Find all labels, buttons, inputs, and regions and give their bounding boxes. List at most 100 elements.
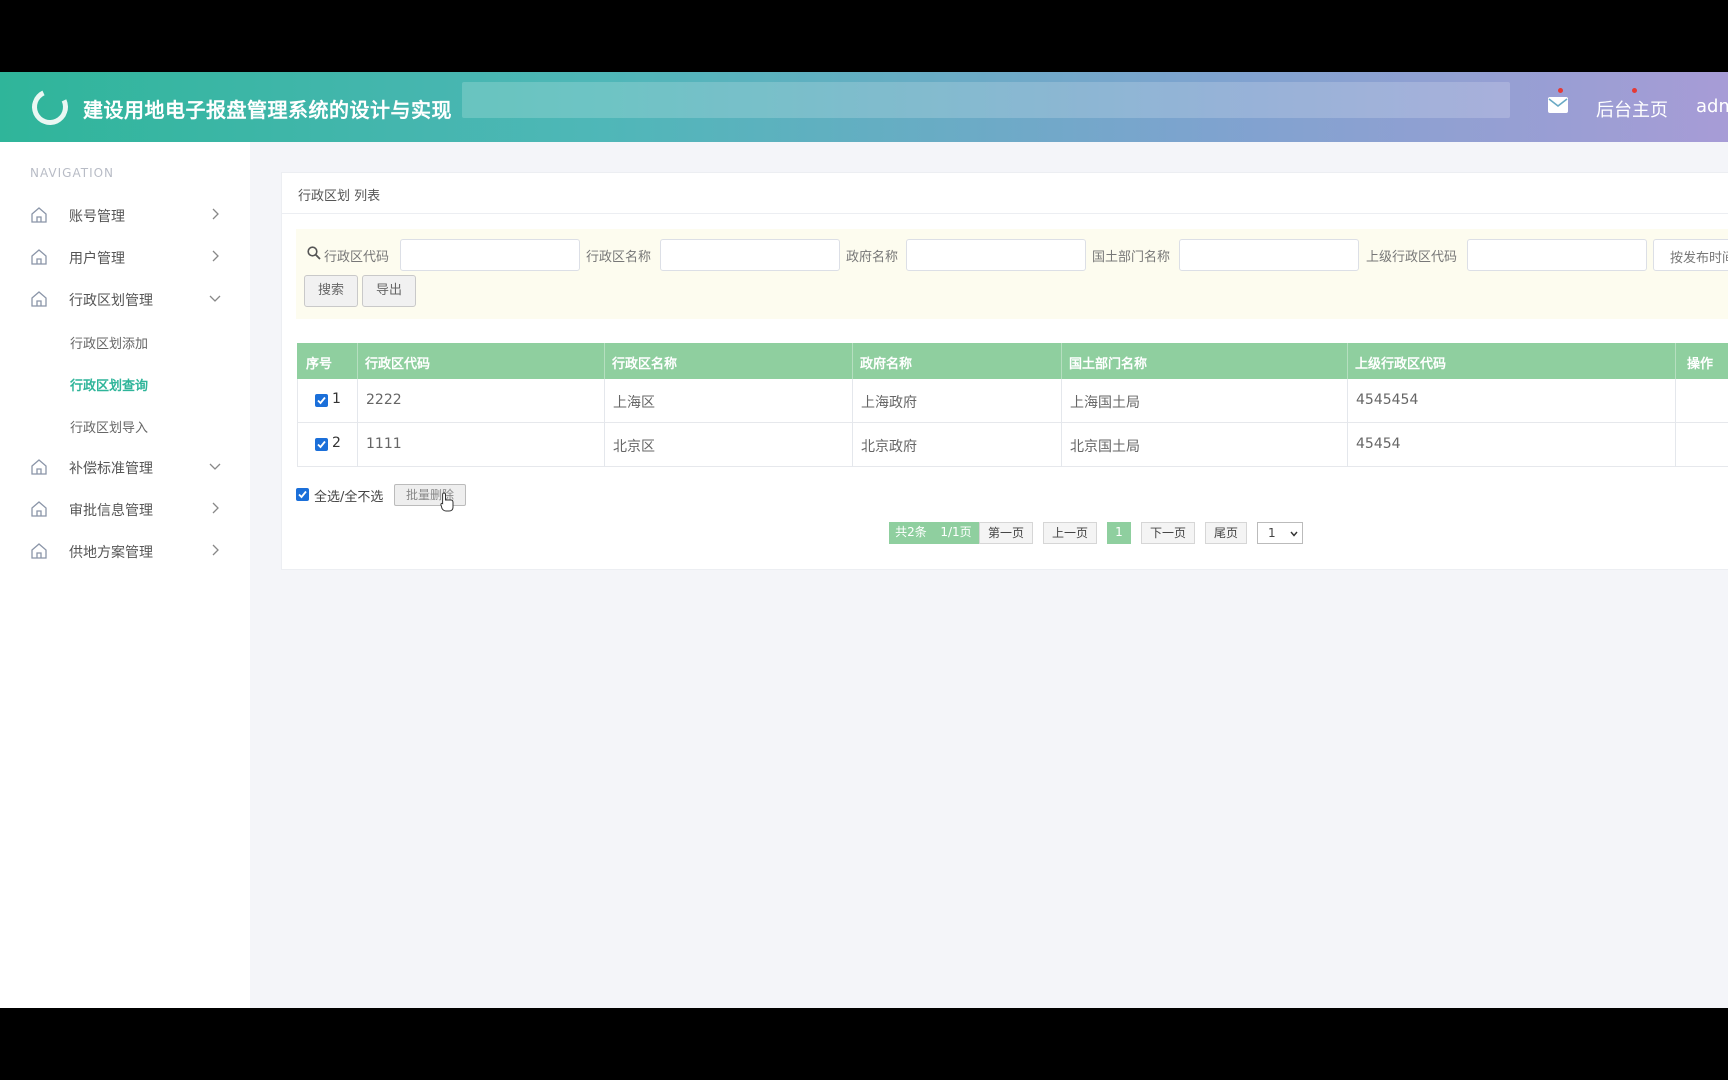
col-divider: [1675, 423, 1676, 467]
row-index: 1: [332, 391, 341, 407]
app-title: 建设用地电子报盘管理系统的设计与实现: [83, 98, 452, 122]
sidebar-item-approval[interactable]: 审批信息管理: [0, 488, 250, 530]
cell-parent: 45454: [1356, 436, 1401, 452]
chevron-down-icon: [1290, 531, 1298, 537]
pager-current-page[interactable]: 1: [1107, 522, 1131, 544]
export-button[interactable]: 导出: [362, 275, 416, 307]
chevron-right-icon: [212, 502, 219, 514]
pager-prev-button[interactable]: 上一页: [1043, 522, 1097, 544]
mail-icon[interactable]: [1548, 97, 1568, 113]
table-row: 2 1111 北京区 北京政府 北京国土局 45454: [297, 423, 1728, 467]
home-icon: [31, 543, 47, 559]
sidebar-item-compensation[interactable]: 补偿标准管理: [0, 446, 250, 488]
pager-next-button[interactable]: 下一页: [1141, 522, 1195, 544]
gov-name-input[interactable]: [906, 239, 1086, 271]
district-code-input[interactable]: [400, 239, 580, 271]
dept-name-input[interactable]: [1179, 239, 1359, 271]
sort-by-date-button[interactable]: 按发布时间: [1653, 239, 1728, 271]
select-all-label[interactable]: 全选/全不选: [314, 486, 383, 505]
pager-select-value: 1: [1268, 526, 1276, 540]
cell-name: 北京区: [613, 439, 655, 455]
col-divider: [1347, 379, 1348, 423]
cell-code: 2222: [366, 392, 402, 408]
sidebar-item-label: 补偿标准管理: [69, 461, 153, 477]
district-list-card: 行政区划 列表 行政区代码 行政区名称 政府名称 国土部门名称 上级行政区代码 …: [281, 172, 1728, 570]
logo-icon: [26, 83, 74, 131]
code-field-label: 行政区代码: [324, 250, 390, 265]
sidebar-item-label: 账号管理: [69, 209, 125, 225]
col-header-name: 行政区名称: [612, 357, 678, 372]
cell-dept: 上海国土局: [1070, 395, 1140, 411]
sidebar-item-label: 行政区划管理: [69, 293, 153, 309]
chevron-down-icon: [209, 295, 221, 302]
hand-cursor-icon: [440, 492, 454, 512]
col-divider: [1347, 423, 1348, 467]
pager-first-button[interactable]: 第一页: [979, 522, 1033, 544]
chevron-right-icon: [212, 544, 219, 556]
user-name[interactable]: adm: [1696, 96, 1728, 117]
backend-home-link[interactable]: 后台主页: [1596, 96, 1668, 122]
col-header-action: 操作: [1687, 357, 1714, 372]
chevron-right-icon: [212, 208, 219, 220]
col-header-code: 行政区代码: [365, 357, 431, 372]
col-header-gov: 政府名称: [860, 357, 913, 372]
sidebar: NAVIGATION 账号管理 用户管理 行政区划管理 行政区划添加 行政区划查…: [0, 142, 250, 1008]
col-divider: [852, 379, 853, 423]
chevron-down-icon: [209, 463, 221, 470]
col-divider: [852, 423, 853, 467]
home-icon: [31, 207, 47, 223]
gov-field-label: 政府名称: [846, 250, 899, 265]
table-row: 1 2222 上海区 上海政府 上海国土局 4545454: [297, 379, 1728, 423]
search-button[interactable]: 搜索: [304, 275, 358, 307]
col-divider: [604, 343, 605, 379]
col-divider: [604, 423, 605, 467]
sidebar-subitem-district-import[interactable]: 行政区划导入: [70, 417, 148, 436]
card-header: 行政区划 列表: [282, 173, 1728, 214]
col-divider: [1347, 343, 1348, 379]
pager-page-select[interactable]: 1: [1257, 522, 1303, 544]
card-title: 行政区划 列表: [298, 189, 381, 204]
sidebar-item-account[interactable]: 账号管理: [0, 194, 250, 236]
row-index: 2: [332, 435, 341, 451]
mail-notification-dot: [1558, 88, 1563, 93]
col-divider: [1675, 343, 1676, 379]
row-checkbox[interactable]: [315, 438, 328, 451]
nav-caption: NAVIGATION: [30, 166, 115, 180]
sidebar-subitem-district-add[interactable]: 行政区划添加: [70, 333, 148, 352]
cell-dept: 北京国土局: [1070, 439, 1140, 455]
header-search-bar[interactable]: [462, 82, 1510, 118]
search-icon: [307, 246, 321, 260]
cell-parent: 4545454: [1356, 392, 1419, 408]
col-divider: [604, 379, 605, 423]
sidebar-item-users[interactable]: 用户管理: [0, 236, 250, 278]
col-header-index: 序号: [306, 357, 333, 372]
search-panel: 行政区代码 行政区名称 政府名称 国土部门名称 上级行政区代码 按发布时间 搜索…: [296, 229, 1728, 319]
district-name-input[interactable]: [660, 239, 840, 271]
sidebar-item-districts[interactable]: 行政区划管理: [0, 278, 250, 320]
app-screen: 建设用地电子报盘管理系统的设计与实现 后台主页 adm NAVIGATION 账…: [0, 72, 1728, 1008]
parent-code-input[interactable]: [1467, 239, 1647, 271]
col-header-dept: 国土部门名称: [1069, 357, 1148, 372]
cell-code: 1111: [366, 436, 402, 452]
sidebar-item-land-supply[interactable]: 供地方案管理: [0, 530, 250, 572]
col-divider: [1061, 423, 1062, 467]
home-icon: [31, 459, 47, 475]
cell-gov: 上海政府: [861, 395, 917, 411]
batch-delete-button[interactable]: 批量删除: [394, 484, 466, 506]
col-divider: [1061, 343, 1062, 379]
top-header: 建设用地电子报盘管理系统的设计与实现 后台主页 adm: [0, 72, 1728, 142]
dept-field-label: 国土部门名称: [1092, 250, 1171, 265]
col-divider: [357, 423, 358, 467]
home-icon: [31, 291, 47, 307]
select-all-checkbox[interactable]: [296, 488, 309, 501]
cell-gov: 北京政府: [861, 439, 917, 455]
sidebar-subitem-district-query[interactable]: 行政区划查询: [70, 375, 148, 394]
col-divider: [357, 379, 358, 423]
pager-total: 共2条: [889, 522, 933, 544]
chevron-right-icon: [212, 250, 219, 262]
home-icon: [31, 501, 47, 517]
sidebar-item-label: 供地方案管理: [69, 545, 153, 561]
row-checkbox[interactable]: [315, 394, 328, 407]
home-notification-dot: [1632, 88, 1637, 93]
pager-last-button[interactable]: 尾页: [1205, 522, 1247, 544]
